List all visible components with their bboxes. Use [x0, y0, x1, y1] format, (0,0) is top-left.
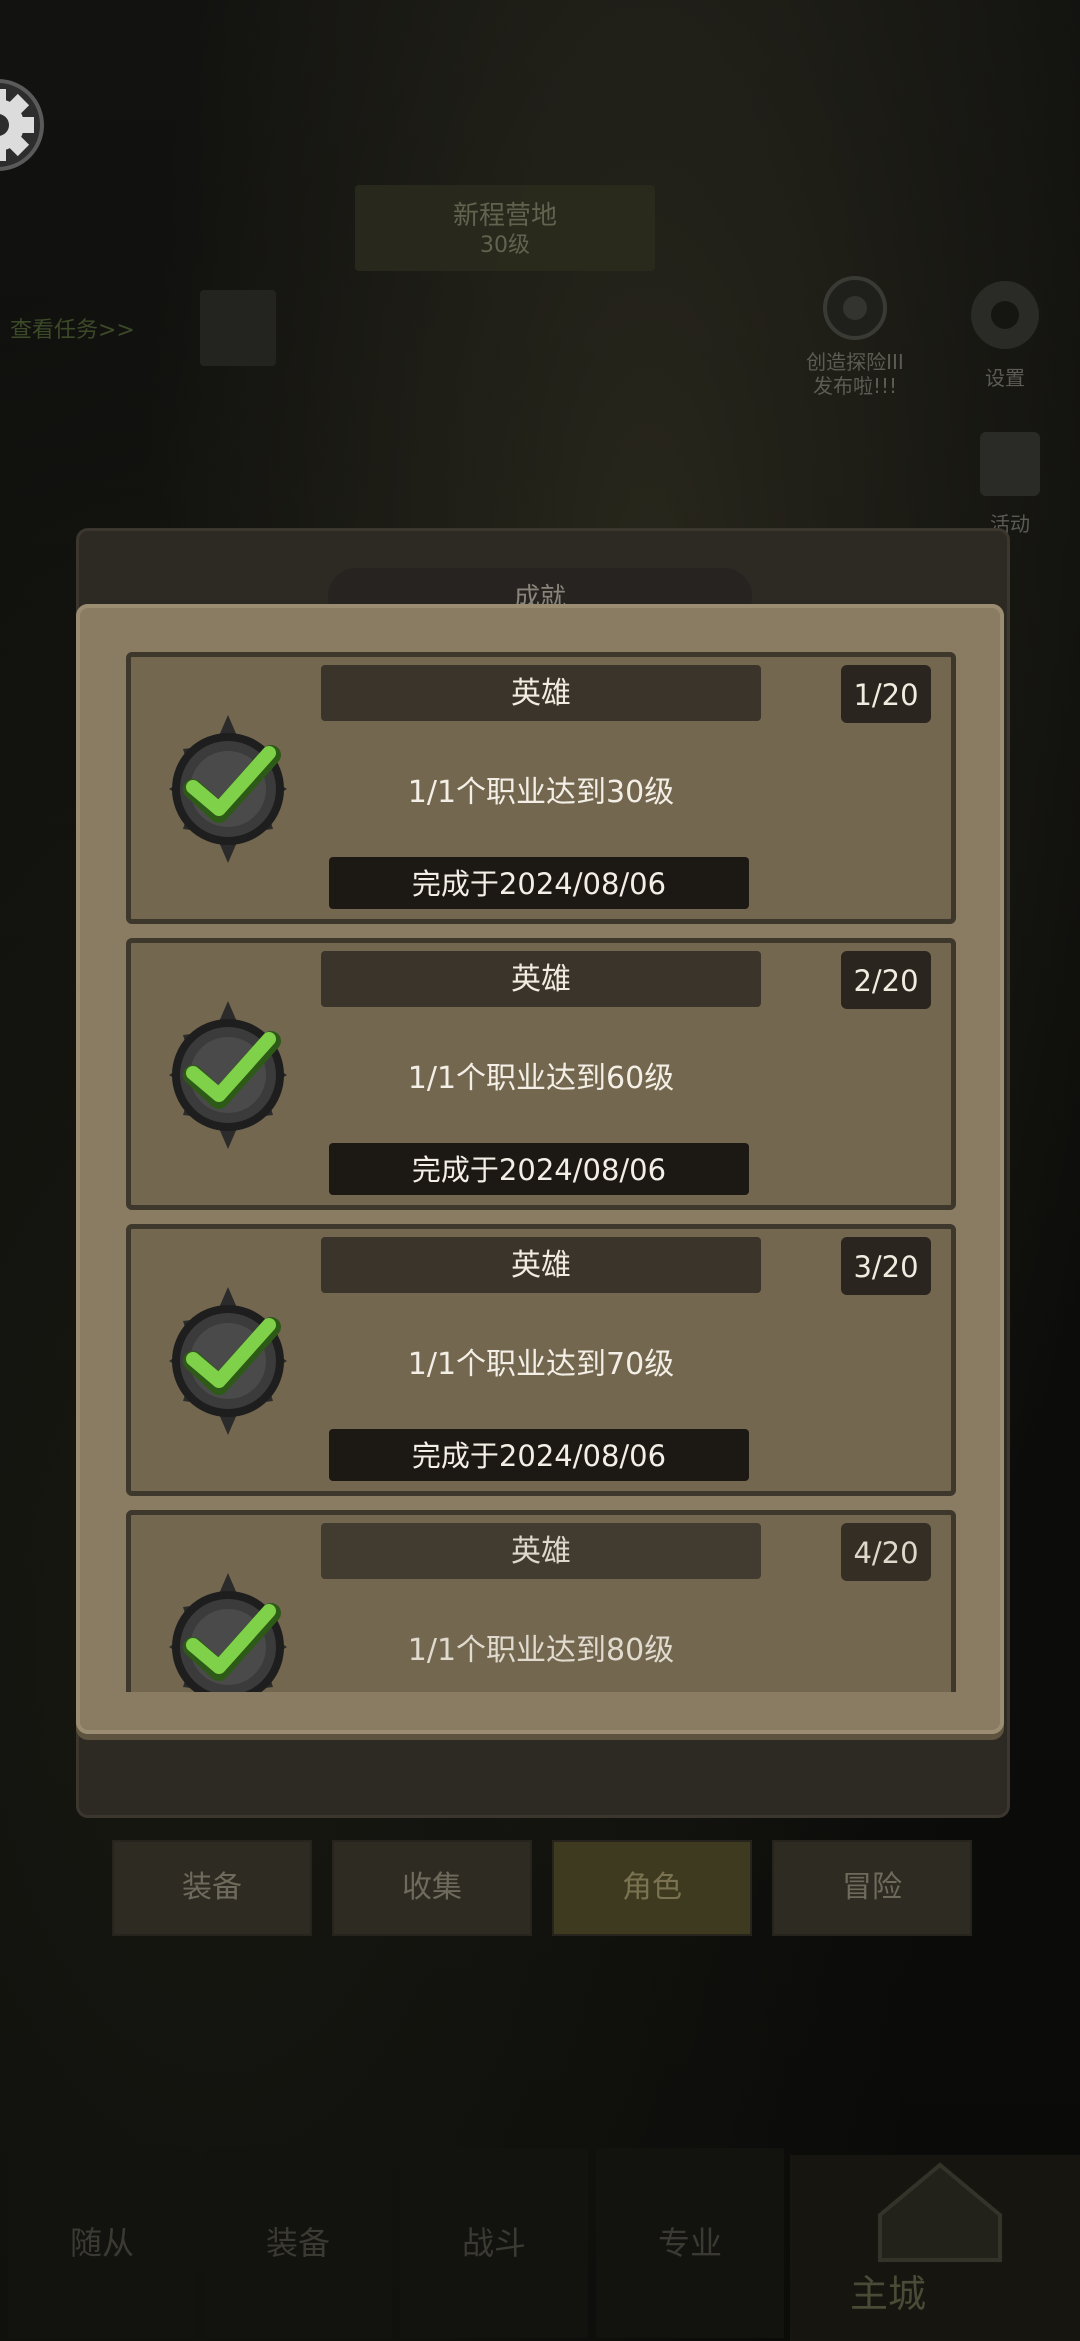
nav-home-label: 主城 — [850, 2272, 927, 2316]
achievement-badge — [153, 995, 303, 1155]
castle-icon — [878, 2162, 1002, 2262]
achievement-card: 英雄 1/20 1/1个职业达到30级 完成于2024/08/06 — [126, 652, 956, 924]
event-icon — [980, 432, 1040, 496]
nav-home[interactable]: 主城 — [790, 2155, 1080, 2341]
achievement-progress: 2/20 — [841, 951, 931, 1009]
nav-equipment[interactable]: 装备 — [204, 2148, 392, 2338]
tab-character[interactable]: 角色 — [552, 1840, 752, 1936]
achievement-badge — [153, 1567, 303, 1692]
achievement-title: 英雄 — [321, 1523, 761, 1579]
achievement-list[interactable]: 英雄 1/20 1/1个职业达到30级 完成于2024/08/06 英雄 2/2… — [126, 652, 956, 1692]
category-tabs: 装备 收集 角色 冒险 — [112, 1840, 972, 1936]
map-banner: 新程营地 30级 — [355, 185, 655, 271]
news-line1: 创造探险III — [806, 350, 904, 374]
achievement-list-modal: 英雄 1/20 1/1个职业达到30级 完成于2024/08/06 英雄 2/2… — [76, 604, 1004, 1734]
completion-date: 完成于2024/08/06 — [329, 1429, 749, 1481]
achievement-description: 1/1个职业达到70级 — [407, 1347, 675, 1382]
news-line2: 发布啦!!! — [812, 374, 898, 398]
robot-icon — [823, 276, 887, 340]
achievement-card: 英雄 4/20 1/1个职业达到80级 — [126, 1510, 956, 1692]
nav-battle[interactable]: 战斗 — [400, 2148, 588, 2338]
achievement-title: 英雄 — [321, 951, 761, 1007]
achievement-progress: 1/20 — [841, 665, 931, 723]
achievement-description: 1/1个职业达到30级 — [407, 775, 675, 810]
achievement-description: 1/1个职业达到80级 — [407, 1633, 675, 1668]
settings-shortcut[interactable]: 设置 — [950, 270, 1060, 400]
achievement-progress: 4/20 — [841, 1523, 931, 1581]
settings-label: 设置 — [985, 366, 1025, 390]
tab-equipment[interactable]: 装备 — [112, 1840, 312, 1936]
tab-collection[interactable]: 收集 — [332, 1840, 532, 1936]
checkmark-badge-icon — [169, 1001, 287, 1149]
settings-gear-button[interactable] — [0, 55, 70, 195]
news-button[interactable]: 创造探险III 发布啦!!! — [785, 270, 925, 400]
achievement-progress: 3/20 — [841, 1237, 931, 1295]
completion-date: 完成于2024/08/06 — [329, 857, 749, 909]
achievement-card: 英雄 3/20 1/1个职业达到70级 完成于2024/08/06 — [126, 1224, 956, 1496]
checkmark-badge-icon — [169, 715, 287, 863]
completion-date: 完成于2024/08/06 — [329, 1143, 749, 1195]
quest-link[interactable]: 查看任务>> — [10, 312, 135, 344]
achievement-badge — [153, 1281, 303, 1441]
achievement-description: 1/1个职业达到60级 — [407, 1061, 675, 1096]
achievement-title: 英雄 — [321, 1237, 761, 1293]
achievement-title: 英雄 — [321, 665, 761, 721]
event-shortcut[interactable]: 活动 — [960, 420, 1060, 540]
gear-icon — [0, 79, 44, 171]
checkmark-badge-icon — [169, 1287, 287, 1435]
checkmark-badge-icon — [169, 1573, 287, 1692]
banner-level: 30级 — [480, 233, 530, 258]
achievement-badge — [153, 709, 303, 869]
nav-profession[interactable]: 专业 — [596, 2148, 784, 2338]
quest-icon-slot — [200, 290, 276, 366]
tab-adventure[interactable]: 冒险 — [772, 1840, 972, 1936]
achievement-card: 英雄 2/20 1/1个职业达到60级 完成于2024/08/06 — [126, 938, 956, 1210]
settings-icon — [971, 281, 1039, 349]
nav-followers[interactable]: 随从 — [8, 2148, 196, 2338]
